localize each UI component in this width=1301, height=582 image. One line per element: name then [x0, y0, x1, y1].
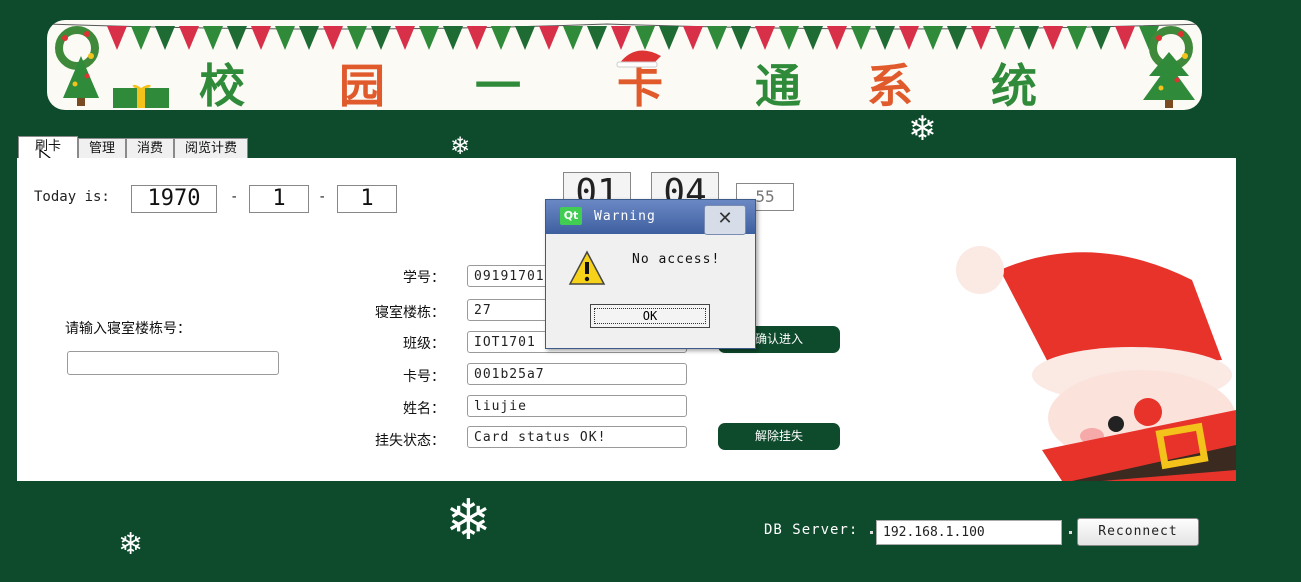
bunting-flag — [155, 26, 175, 50]
bunting-flag — [995, 26, 1015, 50]
title-banner: 校 园 一 卡 通 系 统 — [47, 20, 1202, 110]
bunting-flag — [1019, 26, 1039, 50]
title-char: 园 — [339, 59, 385, 110]
bunting-flag — [803, 26, 823, 50]
bunting-flag — [443, 26, 463, 50]
tab-consume[interactable]: 消费 — [126, 138, 175, 159]
bunting-flag — [323, 26, 343, 50]
snowflake-icon: ❄ — [445, 488, 492, 553]
name-field[interactable]: liujie — [467, 395, 687, 417]
bunting-flag — [923, 26, 943, 50]
bunting-flag — [947, 26, 967, 50]
bunting-flag — [299, 26, 319, 50]
santa-hat-icon — [616, 50, 661, 68]
dorm-building-label: 寝室楼栋： — [375, 305, 445, 321]
bunting-flag — [587, 26, 607, 50]
snowflake-icon: ❄ — [908, 109, 937, 149]
bunting-flag — [731, 26, 751, 50]
card-number-label: 卡号： — [403, 369, 445, 385]
warning-icon — [568, 250, 606, 285]
bunting-flag — [563, 26, 583, 50]
day-display: 1 — [337, 185, 397, 213]
bunting-flag — [371, 26, 391, 50]
bunting-flag — [251, 26, 271, 50]
bunting-flag — [395, 26, 415, 50]
qt-logo-icon: Qt — [560, 207, 582, 225]
bunting-flag — [707, 26, 727, 50]
bunting-flag — [131, 26, 151, 50]
name-label: 姓名： — [403, 401, 445, 417]
bunting-flag — [467, 26, 487, 50]
santa-illustration — [956, 246, 1236, 481]
warning-dialog: Qt Warning ✕ No access! OK — [545, 199, 756, 349]
reconnect-button[interactable]: Reconnect — [1077, 518, 1199, 546]
title-char: 通 — [755, 59, 801, 110]
bunting-flag — [491, 26, 511, 50]
month-display: 1 — [249, 185, 309, 213]
db-server-input[interactable]: 192.168.1.100 — [876, 520, 1062, 545]
tab-reading-billing[interactable]: 阅览计费 — [174, 138, 249, 159]
christmas-tree-right-icon — [1143, 52, 1195, 108]
title-char: 系 — [867, 59, 913, 110]
dialog-message: No access! — [632, 252, 721, 267]
bunting-flag — [203, 26, 223, 50]
bunting-flag — [779, 26, 799, 50]
loss-status-label: 挂失状态： — [375, 433, 445, 449]
date-separator: - — [230, 189, 239, 205]
bunting-flag — [539, 26, 559, 50]
bunting-flag — [851, 26, 871, 50]
bunting-flag — [827, 26, 847, 50]
dialog-title: Warning — [594, 209, 656, 224]
bunting-flag — [1067, 26, 1087, 50]
close-button[interactable]: ✕ — [704, 205, 746, 235]
dorm-input[interactable] — [67, 351, 279, 375]
title-char: 一 — [475, 59, 521, 110]
bunting-flag — [1043, 26, 1063, 50]
db-server-label: DB Server: — [764, 522, 859, 538]
loss-status-field[interactable]: Card status OK! — [467, 426, 687, 448]
student-id-label: 学号： — [403, 270, 445, 286]
bunting-flag — [107, 26, 127, 50]
title-char: 校 — [199, 59, 245, 110]
bunting-flag — [683, 26, 703, 50]
year-display: 1970 — [131, 185, 217, 213]
snowflake-icon: ❄ — [450, 132, 471, 160]
bunting-flag — [347, 26, 367, 50]
bunting-flag — [899, 26, 919, 50]
snowflake-icon: ❄ — [118, 527, 144, 562]
dorm-prompt-label: 请输入寝室楼栋号： — [65, 321, 191, 337]
unlock-loss-button[interactable]: 解除挂失 — [718, 423, 840, 450]
bunting-flag — [275, 26, 295, 50]
bunting-flag — [179, 26, 199, 50]
divider — [870, 531, 873, 534]
bunting-flag — [1091, 26, 1111, 50]
bunting-flag — [419, 26, 439, 50]
bunting-flag — [875, 26, 895, 50]
bunting-flag — [227, 26, 247, 50]
tab-manage[interactable]: 管理 — [78, 138, 127, 159]
bunting-flag — [971, 26, 991, 50]
divider — [1069, 531, 1072, 534]
class-label: 班级： — [403, 336, 445, 352]
title-char: 统 — [991, 59, 1037, 110]
date-separator: - — [318, 189, 327, 205]
bunting-flag — [515, 26, 535, 50]
bunting-flag — [755, 26, 775, 50]
card-number-field[interactable]: 001b25a7 — [467, 363, 687, 385]
ok-button[interactable]: OK — [590, 304, 710, 328]
today-label: Today is: — [34, 189, 110, 205]
dialog-titlebar[interactable]: Qt Warning ✕ — [546, 200, 755, 235]
bunting-flag — [1115, 26, 1135, 50]
